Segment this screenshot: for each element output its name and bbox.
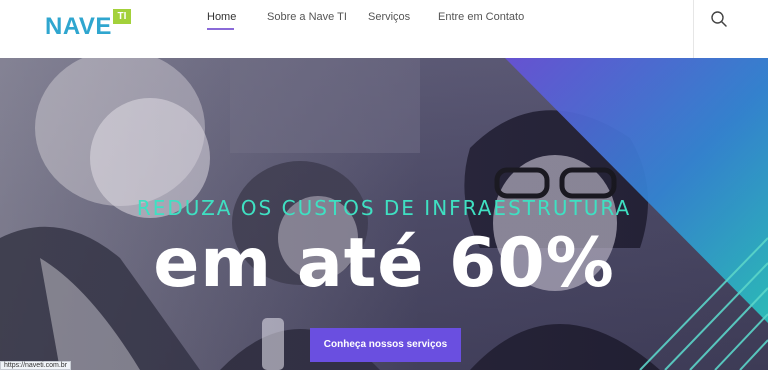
hero-tagline: REDUZA OS CUSTOS DE INFRAESTRUTURA [136,196,632,220]
hero-banner: REDUZA OS CUSTOS DE INFRAESTRUTURA em at… [0,58,768,370]
nav-item-home[interactable]: Home [207,11,236,23]
logo-badge: TI [113,9,131,24]
status-bar-url: https://naveti.com.br [0,361,72,370]
site-header: NAVE TI Home Sobre a Nave TI Serviços En… [0,0,768,58]
search-icon[interactable] [710,10,728,28]
nave-ti-logo[interactable]: NAVE TI [45,9,135,41]
services-cta-button[interactable]: Conheça nossos serviços [310,328,461,362]
hero-headline: em até 60% [153,224,615,303]
header-divider [693,0,694,58]
nav-active-indicator [207,28,234,30]
nav-item-servicos[interactable]: Serviços [368,11,410,23]
nav-item-sobre[interactable]: Sobre a Nave TI [267,11,347,23]
nav-item-contato[interactable]: Entre em Contato [438,11,524,23]
logo-wordmark: NAVE [45,13,112,40]
